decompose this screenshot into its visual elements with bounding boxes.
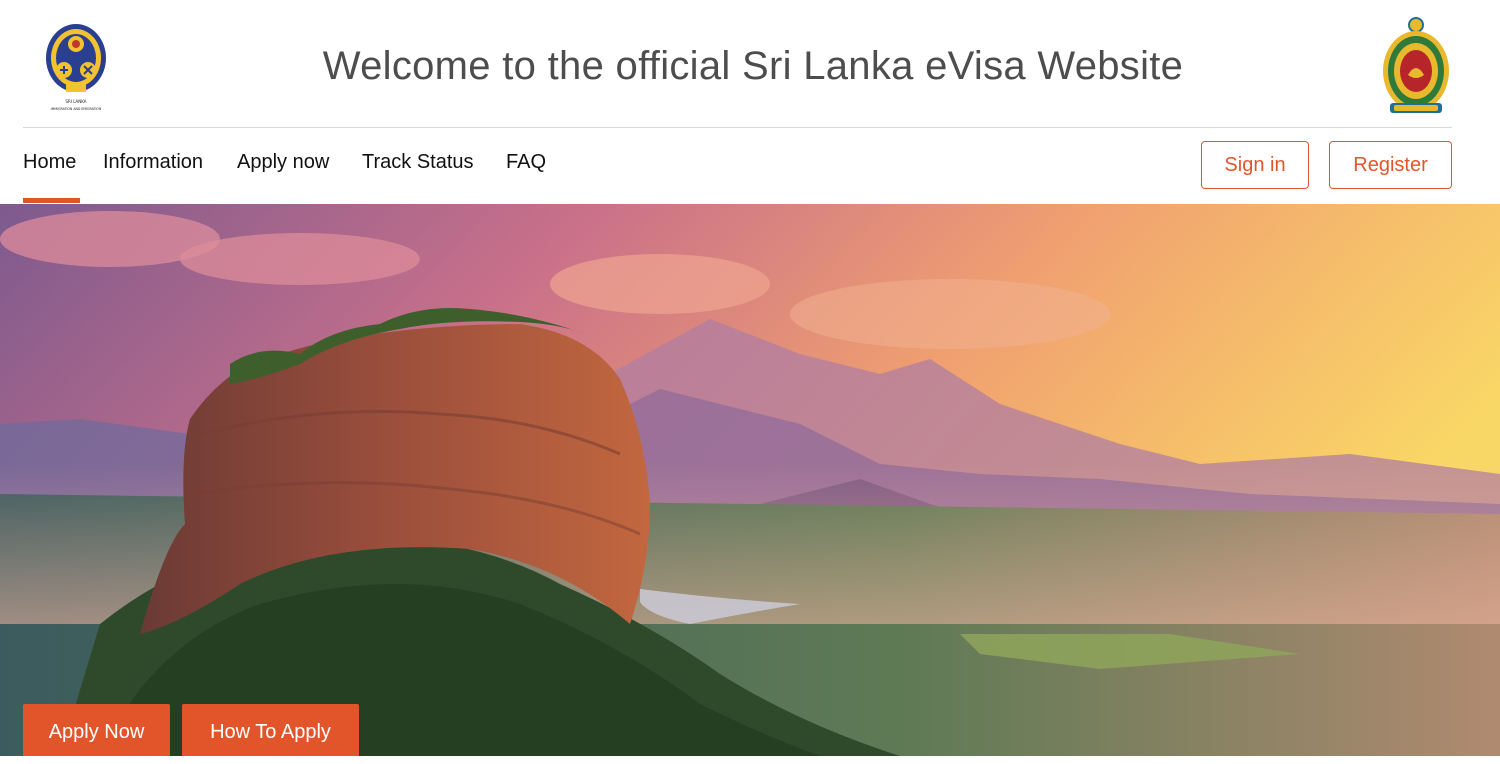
nav-item-information[interactable]: Information	[103, 151, 203, 174]
apply-now-button[interactable]: Apply Now	[23, 704, 170, 756]
how-to-apply-button[interactable]: How To Apply	[182, 704, 359, 756]
nav-item-faq[interactable]: FAQ	[506, 151, 546, 174]
header-divider	[23, 127, 1452, 128]
sign-in-button[interactable]: Sign in	[1201, 141, 1309, 189]
sri-lanka-state-emblem-icon	[1383, 17, 1449, 113]
nav-item-track-status[interactable]: Track Status	[362, 151, 474, 174]
site-header: SRI LANKA IMMIGRATION AND EMIGRATION Wel…	[0, 0, 1500, 128]
sigiriya-rock-sunset-photo	[0, 204, 1500, 756]
page-title: Welcome to the official Sri Lanka eVisa …	[322, 44, 1184, 88]
logo-caption-line1: SRI LANKA	[65, 99, 86, 104]
logo-caption-line2: IMMIGRATION AND EMIGRATION	[51, 107, 102, 111]
hero-banner: Apply Now How To Apply	[0, 204, 1500, 756]
sri-lanka-emblem-logo	[1380, 15, 1452, 117]
register-button[interactable]: Register	[1329, 141, 1452, 189]
active-tab-indicator	[23, 198, 80, 203]
nav-item-apply-now[interactable]: Apply now	[237, 151, 329, 174]
nav-item-home[interactable]: Home	[23, 151, 76, 174]
